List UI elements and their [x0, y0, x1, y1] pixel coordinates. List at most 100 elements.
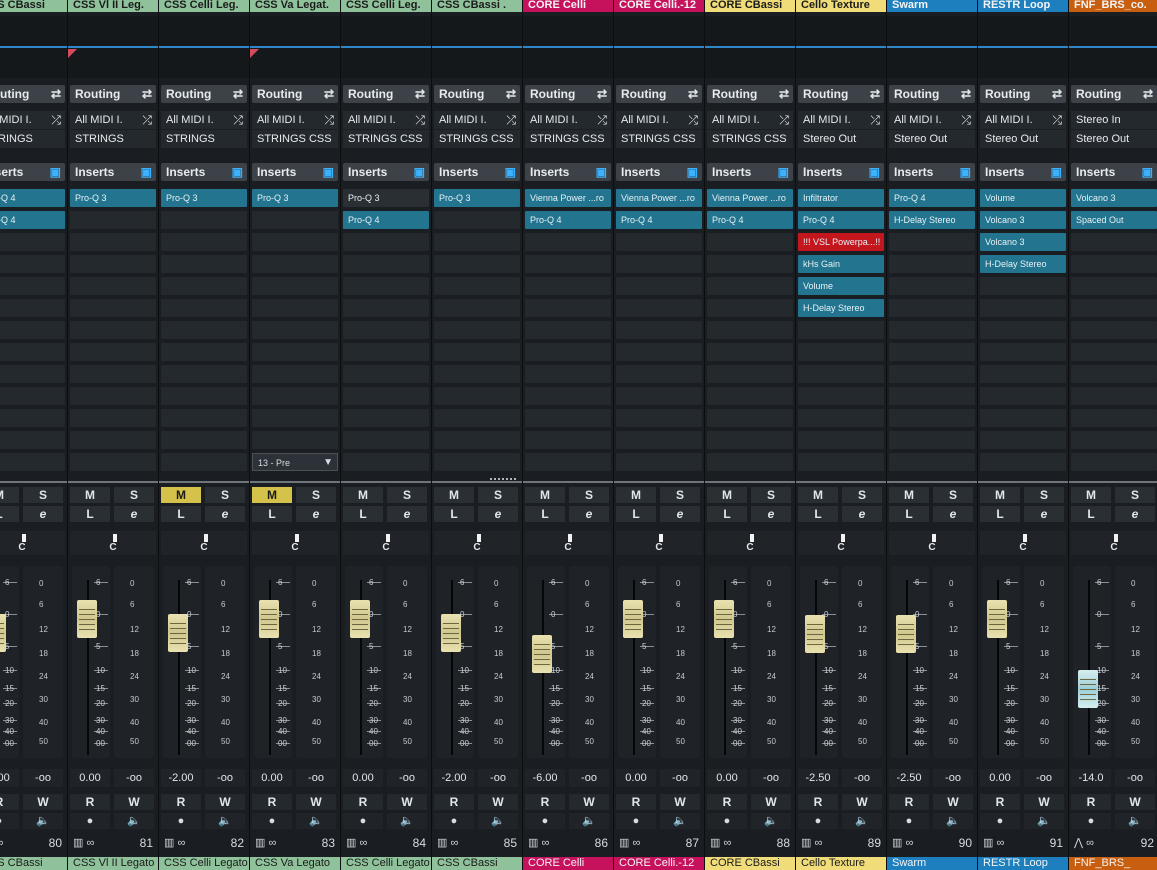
write-automation-button[interactable]: W: [569, 794, 609, 810]
solo-button[interactable]: S: [660, 487, 700, 503]
empty-insert-slot[interactable]: [434, 453, 520, 471]
read-automation-button[interactable]: R: [161, 794, 201, 810]
volume-value[interactable]: -2.00: [434, 769, 474, 787]
edit-button[interactable]: e: [114, 506, 154, 522]
volume-value[interactable]: -14.0: [1071, 769, 1111, 787]
empty-insert-slot[interactable]: [980, 277, 1066, 295]
empty-insert-slot[interactable]: [980, 321, 1066, 339]
empty-insert-slot[interactable]: [70, 409, 156, 427]
empty-insert-slot[interactable]: [70, 277, 156, 295]
plugin-icon[interactable]: ▣: [596, 163, 607, 181]
empty-insert-slot[interactable]: [70, 299, 156, 317]
empty-insert-slot[interactable]: [1071, 343, 1157, 361]
speaker-icon[interactable]: 🔈: [23, 813, 63, 829]
empty-insert-slot[interactable]: [161, 233, 247, 251]
empty-insert-slot[interactable]: [889, 233, 975, 251]
plugin-icon[interactable]: ▣: [505, 163, 516, 181]
peak-value[interactable]: -oo: [1115, 769, 1155, 787]
read-automation-button[interactable]: R: [0, 794, 19, 810]
empty-insert-slot[interactable]: [980, 299, 1066, 317]
pan-knob[interactable]: C: [0, 531, 65, 555]
empty-insert-slot[interactable]: [1071, 299, 1157, 317]
empty-insert-slot[interactable]: [707, 233, 793, 251]
output-selector[interactable]: STRINGS CSS: [616, 130, 702, 148]
empty-insert-slot[interactable]: [889, 409, 975, 427]
empty-insert-slot[interactable]: [980, 431, 1066, 449]
peak-value[interactable]: -oo: [296, 769, 336, 787]
input-selector[interactable]: All MIDI I.⤮: [161, 111, 247, 129]
insert-slot[interactable]: Pro-Q 4: [616, 211, 702, 229]
input-selector[interactable]: All MIDI I.⤮: [434, 111, 520, 129]
empty-insert-slot[interactable]: [434, 431, 520, 449]
empty-insert-slot[interactable]: [525, 453, 611, 471]
routing-button[interactable]: Routing⇄: [889, 85, 975, 103]
volume-fader-cap[interactable]: [1078, 669, 1098, 708]
input-selector[interactable]: All MIDI I.⤮: [525, 111, 611, 129]
empty-insert-slot[interactable]: [161, 211, 247, 229]
inserts-button[interactable]: Inserts▣: [1071, 163, 1157, 181]
write-automation-button[interactable]: W: [114, 794, 154, 810]
empty-insert-slot[interactable]: [161, 365, 247, 383]
volume-value[interactable]: -2.50: [889, 769, 929, 787]
listen-button[interactable]: L: [525, 506, 565, 522]
volume-value[interactable]: 0.00: [707, 769, 747, 787]
listen-button[interactable]: L: [798, 506, 838, 522]
empty-insert-slot[interactable]: [707, 453, 793, 471]
solo-button[interactable]: S: [842, 487, 882, 503]
volume-fader-cap[interactable]: [441, 613, 461, 652]
volume-value[interactable]: -6.00: [525, 769, 565, 787]
empty-insert-slot[interactable]: [616, 233, 702, 251]
empty-insert-slot[interactable]: [707, 431, 793, 449]
insert-slot[interactable]: H-Delay Stereo: [798, 299, 884, 317]
empty-insert-slot[interactable]: [707, 299, 793, 317]
input-selector[interactable]: Stereo In: [1071, 111, 1157, 129]
empty-insert-slot[interactable]: [616, 343, 702, 361]
empty-insert-slot[interactable]: [0, 409, 65, 427]
output-selector[interactable]: STRINGS: [161, 130, 247, 148]
empty-insert-slot[interactable]: [616, 277, 702, 295]
write-automation-button[interactable]: W: [205, 794, 245, 810]
automation-lane[interactable]: [1069, 16, 1157, 78]
solo-button[interactable]: S: [205, 487, 245, 503]
empty-insert-slot[interactable]: [616, 299, 702, 317]
channel-name-footer[interactable]: FNF_BRS_: [1069, 857, 1157, 870]
empty-insert-slot[interactable]: [1071, 387, 1157, 405]
speaker-icon[interactable]: 🔈: [387, 813, 427, 829]
mute-button[interactable]: M: [0, 487, 19, 503]
output-selector[interactable]: STRINGS CSS: [707, 130, 793, 148]
empty-insert-slot[interactable]: [525, 233, 611, 251]
solo-button[interactable]: S: [1024, 487, 1064, 503]
mute-button[interactable]: M: [70, 487, 110, 503]
read-automation-button[interactable]: R: [980, 794, 1020, 810]
read-automation-button[interactable]: R: [343, 794, 383, 810]
insert-slot[interactable]: Pro-Q 4: [798, 211, 884, 229]
inserts-button[interactable]: Inserts▣: [616, 163, 702, 181]
empty-insert-slot[interactable]: [616, 321, 702, 339]
channel-name-header[interactable]: CORE CBassi: [705, 0, 795, 12]
empty-insert-slot[interactable]: [798, 387, 884, 405]
empty-insert-slot[interactable]: [525, 387, 611, 405]
channel-name-footer[interactable]: CSS CBassi: [0, 857, 67, 870]
send-position-select[interactable]: 13 - Pre ▼: [252, 453, 338, 471]
automation-lane[interactable]: [341, 16, 431, 78]
channel-name-footer[interactable]: CSS CBassi: [432, 857, 522, 870]
inserts-button[interactable]: Inserts▣: [0, 163, 65, 181]
shuffle-icon[interactable]: ⤮: [870, 111, 880, 129]
empty-insert-slot[interactable]: [70, 343, 156, 361]
insert-slot[interactable]: Pro-Q 4: [343, 211, 429, 229]
volume-fader-cap[interactable]: [77, 599, 97, 638]
empty-insert-slot[interactable]: [343, 453, 429, 471]
inserts-button[interactable]: Inserts▣: [161, 163, 247, 181]
plugin-icon[interactable]: ▣: [141, 163, 152, 181]
shuffle-icon[interactable]: ⤮: [779, 111, 789, 129]
peak-value[interactable]: -oo: [660, 769, 700, 787]
insert-slot[interactable]: Volcano 3: [980, 233, 1066, 251]
read-automation-button[interactable]: R: [889, 794, 929, 810]
empty-insert-slot[interactable]: [1071, 431, 1157, 449]
routing-button[interactable]: Routing⇄: [1071, 85, 1157, 103]
write-automation-button[interactable]: W: [1024, 794, 1064, 810]
insert-slot[interactable]: Pro-Q 3: [161, 189, 247, 207]
empty-insert-slot[interactable]: [252, 233, 338, 251]
routing-button[interactable]: Routing⇄: [707, 85, 793, 103]
write-automation-button[interactable]: W: [478, 794, 518, 810]
